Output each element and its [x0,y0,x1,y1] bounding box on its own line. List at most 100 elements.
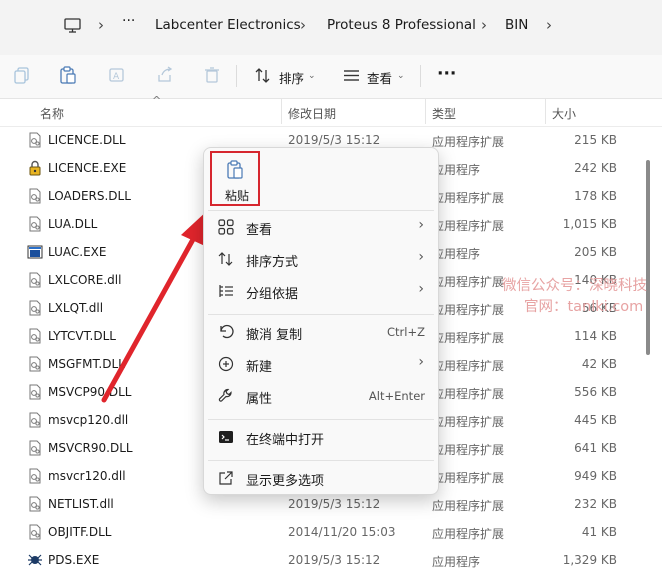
chevron-right-icon: › [418,281,424,297]
file-size: 556 KB [574,385,617,399]
file-type: 应用程序扩展 [432,527,505,541]
file-name: msvcp120.dll [48,413,129,427]
dll-icon [27,272,43,288]
watermark-line1: 微信公众号：深晓科技 [502,278,647,294]
menu-item-group-by[interactable]: 分组依据 › [204,276,438,306]
column-size[interactable]: 大小 [552,105,576,122]
paste-button[interactable]: 粘贴 [210,151,260,206]
watermark-line2: 官网：tanlki.com [524,299,644,315]
file-name: LOADERS.DLL [48,189,131,203]
dll-icon [27,496,43,512]
file-name: LXLQT.dll [48,301,104,315]
external-link-icon [219,471,233,485]
exe-lock-icon [27,160,43,176]
file-type: 应用程序扩展 [432,415,505,429]
crumb-labcenter[interactable]: Labcenter Electronics [155,17,301,33]
dll-icon [27,328,43,344]
share-icon[interactable] [155,65,175,85]
view-button[interactable]: 查看 [367,68,392,87]
sort-button[interactable]: 排序 [279,68,304,87]
chevron-right-icon: › [418,354,424,370]
file-type: 应用程序扩展 [432,191,505,205]
toolbar-divider [236,65,237,87]
undo-icon [220,324,234,339]
dll-icon [27,440,43,456]
sort-up-icon: ^ [152,94,162,107]
paste-icon [227,160,243,179]
column-separator[interactable] [545,98,546,124]
rename-icon[interactable]: A [107,65,127,85]
toolbar-divider [420,65,421,87]
dll-icon [27,300,43,316]
column-date[interactable]: 修改日期 [288,105,336,122]
menu-divider [208,460,434,461]
file-name: LYTCVT.DLL [48,329,116,343]
menu-item-label: 撤消 复制 [246,328,303,343]
file-type: 应用程序扩展 [432,275,505,289]
menu-item-undo-copy[interactable]: 撤消 复制 Ctrl+Z [204,317,438,347]
file-name: LUA.DLL [48,217,98,231]
file-size: 445 KB [574,413,617,427]
column-header: 名称 ^ 修改日期 类型 大小 [0,94,662,127]
file-name: MSVCR90.DLL [48,441,133,455]
file-type: 应用程序扩展 [432,471,505,485]
chevron-right-icon: › [418,217,424,233]
menu-item-new[interactable]: 新建 › [204,349,438,379]
file-name: LICENCE.DLL [48,133,126,147]
copy-icon[interactable] [12,65,32,85]
menu-item-show-more-options[interactable]: 显示更多选项 [204,463,438,493]
menu-divider [208,210,434,211]
menu-item-open-terminal[interactable]: 在终端中打开 [204,422,438,452]
file-name: PDS.EXE [48,553,100,567]
menu-item-properties[interactable]: 属性 Alt+Enter [204,381,438,411]
menu-item-view[interactable]: 查看 › [204,212,438,242]
paste-icon[interactable] [58,65,78,85]
file-type: 应用程序扩展 [432,303,505,317]
file-type: 应用程序扩展 [432,219,505,233]
chevron-right-icon: › [98,16,104,34]
dll-icon [27,412,43,428]
dll-icon [27,356,43,372]
menu-item-label: 排序方式 [246,255,299,270]
vertical-scrollbar[interactable] [646,160,650,355]
dll-icon [27,188,43,204]
file-size: 232 KB [574,497,617,511]
exe-bug-icon [27,552,43,568]
computer-icon[interactable] [64,17,81,34]
exe-window-icon [27,244,43,260]
more-crumbs-button[interactable]: ··· [122,13,135,29]
file-date: 2019/5/3 15:12 [288,553,381,567]
file-type: 应用程序扩展 [432,135,505,149]
file-size: 949 KB [574,469,617,483]
dll-icon [27,468,43,484]
file-date: 2014/11/20 15:03 [288,525,396,539]
sort-icon[interactable] [254,67,271,84]
column-separator[interactable] [281,98,282,124]
wrench-icon [218,388,232,402]
table-row[interactable]: PDS.EXE 2019/5/3 15:12 应用程序 1,329 KB [0,546,645,574]
file-name: MSVCP90.DLL [48,385,132,399]
address-bar: › ··· › Labcenter Electronics › Proteus … [0,0,662,55]
crumb-proteus[interactable]: Proteus 8 Professional [327,17,476,33]
more-options-button[interactable]: ··· [437,64,456,84]
menu-item-sort-by[interactable]: 排序方式 › [204,244,438,274]
trash-icon[interactable] [202,65,222,85]
file-name: MSGFMT.DLL [48,357,125,371]
file-type: 应用程序扩展 [432,359,505,373]
file-size: 205 KB [574,245,617,259]
file-type: 应用程序 [432,247,481,261]
column-separator[interactable] [425,98,426,124]
file-size: 1,329 KB [562,553,617,567]
crumb-bin[interactable]: BIN [505,17,528,33]
command-bar: A 排序 ⌄ 查看 ⌄ ··· [0,55,662,99]
view-icon[interactable] [343,68,360,83]
column-type[interactable]: 类型 [432,105,456,122]
file-size: 242 KB [574,161,617,175]
file-size: 1,015 KB [562,217,617,231]
plus-circle-icon [218,356,234,372]
menu-divider [208,419,434,420]
context-menu: 粘贴 查看 › 排序方式 › 分组依据 › 撤消 复制 Ctrl+Z 新建 › … [203,147,439,495]
file-size: 42 KB [581,357,617,371]
table-row[interactable]: OBJITF.DLL 2014/11/20 15:03 应用程序扩展 41 KB [0,518,645,546]
column-name[interactable]: 名称 [40,105,64,122]
